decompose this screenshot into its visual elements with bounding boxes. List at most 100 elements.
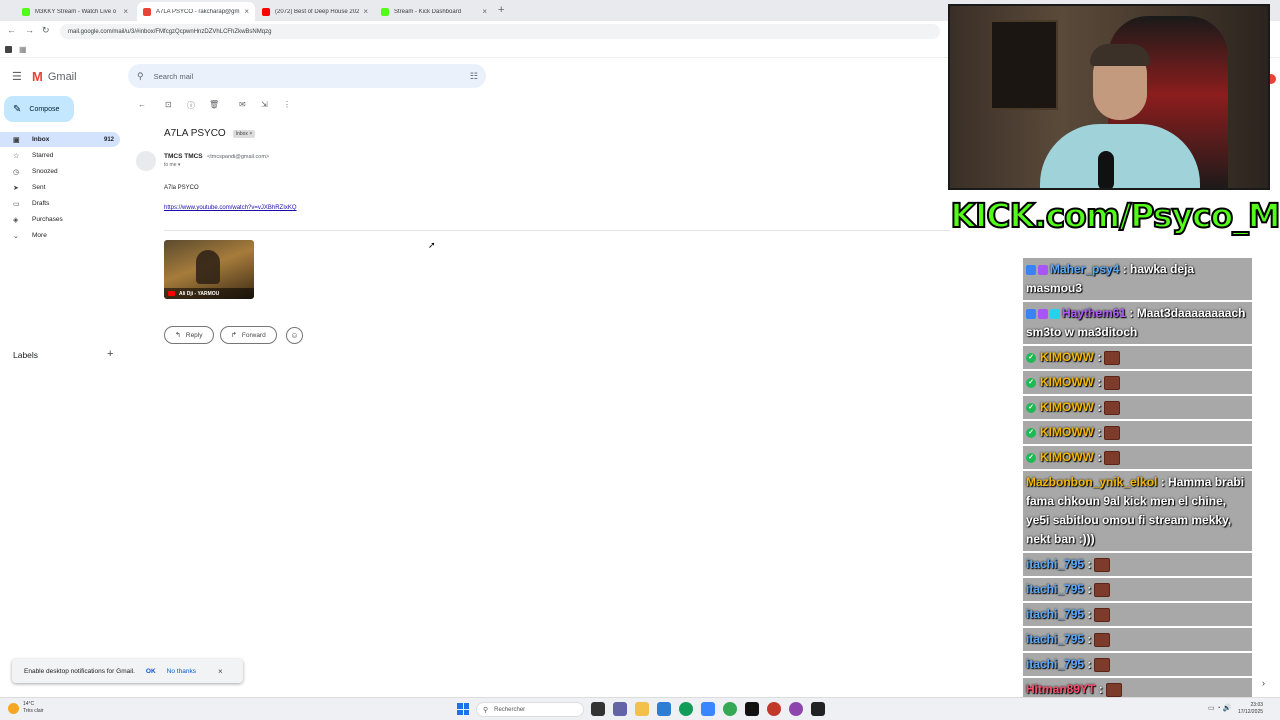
inbox-label-chip[interactable]: Inbox ×: [232, 129, 256, 138]
compose-button[interactable]: ✎ Compose: [4, 96, 74, 122]
menu-icon[interactable]: ☰: [12, 70, 22, 83]
sidebar-item-more[interactable]: ⌄ More: [0, 228, 120, 243]
tab-close-icon[interactable]: ×: [363, 7, 368, 16]
youtube-link[interactable]: https://www.youtube.com/watch?v=vJXBhRZI…: [164, 205, 297, 211]
sidebar-item-label: Inbox: [32, 136, 50, 143]
tab-close-icon[interactable]: ×: [482, 7, 487, 16]
sidebar-item-purchases[interactable]: ◈ Purchases: [0, 212, 120, 227]
sidebar-item-snoozed[interactable]: ◷ Snoozed: [0, 164, 120, 179]
chat-message: ✓ KIMOWW :: [1023, 371, 1252, 394]
chat-username: itachi_795: [1026, 657, 1085, 671]
chat-text: :: [1087, 557, 1092, 571]
gmail-header: ☰ M Gmail ⚲ Search mail ☷: [0, 60, 950, 92]
toast-no-thanks-button[interactable]: No thanks: [167, 668, 196, 675]
sender-avatar: [136, 151, 156, 171]
edge-icon[interactable]: [679, 702, 693, 716]
sidebar-item-starred[interactable]: ☆ Starred: [0, 148, 120, 163]
email-view: ← ⊡ ⓘ 🗑 ✉ ⇲ ⋮ A7LA PSYCO Inbox × TMCS TM…: [128, 92, 950, 690]
chat-username: Maher_psy4: [1050, 262, 1120, 276]
pencil-icon: ✎: [13, 103, 22, 115]
chat-emote-icon: [1094, 607, 1111, 622]
sidebar-item-sent[interactable]: ➤ Sent: [0, 180, 120, 195]
search-bar[interactable]: ⚲ Search mail ☷: [128, 64, 486, 88]
video-thumbnail[interactable]: Ali Dji - YARMOU: [164, 240, 254, 299]
microphone: [1098, 151, 1114, 188]
notification-toast: Enable desktop notifications for Gmail. …: [12, 659, 243, 683]
weather-widget[interactable]: 14°C Très clair: [8, 701, 43, 715]
kick-favicon-icon: [22, 7, 30, 16]
emoji-reaction-button[interactable]: ☺: [286, 327, 303, 344]
gmail-logo[interactable]: M Gmail: [32, 69, 77, 84]
new-tab-button[interactable]: +: [498, 4, 504, 16]
add-label-icon[interactable]: +: [107, 348, 113, 360]
back-icon[interactable]: ←: [138, 100, 146, 109]
sidebar-item-drafts[interactable]: ▭ Drafts: [0, 196, 120, 211]
sender-email: <tmcspandi@gmail.com>: [207, 154, 270, 160]
divider: [164, 230, 950, 231]
reload-icon[interactable]: ↻: [42, 25, 50, 36]
windows-start-icon[interactable]: [457, 703, 469, 715]
chat-username: KIMOWW: [1040, 425, 1094, 439]
browser-tab-active[interactable]: A7LA PSYCO - rakcharap@gm ×: [137, 2, 255, 21]
chat-text: :: [1087, 632, 1092, 646]
browser-tab[interactable]: (2072) Best of Deep House 202 ×: [256, 2, 374, 21]
more-options-icon[interactable]: ⋮: [283, 100, 291, 109]
chat-username: Hitman89YT: [1026, 682, 1096, 696]
app-icon[interactable]: [789, 702, 803, 716]
task-view-icon[interactable]: [591, 702, 605, 716]
app-icon[interactable]: [745, 702, 759, 716]
chat-emote-icon: [1094, 657, 1111, 672]
toast-message: Enable desktop notifications for Gmail.: [24, 667, 135, 675]
forward-arrow-icon[interactable]: →: [25, 25, 34, 35]
weather-desc: Très clair: [23, 708, 44, 714]
forward-button[interactable]: ↱ Forward: [220, 326, 277, 344]
chat-message: ✓ KIMOWW :: [1023, 346, 1252, 369]
toast-ok-button[interactable]: OK: [146, 668, 156, 675]
report-spam-icon[interactable]: ⓘ: [187, 100, 195, 111]
app-icon[interactable]: [701, 702, 715, 716]
delete-icon[interactable]: 🗑: [209, 100, 219, 109]
teams-icon[interactable]: [613, 702, 627, 716]
move-to-icon[interactable]: ⇲: [261, 100, 268, 109]
app-icon[interactable]: [811, 702, 825, 716]
sender-name: TMCS TMCS: [164, 153, 203, 160]
chat-message: Mazbonbon_ynik_elkol : Hamma brabi fama …: [1023, 471, 1252, 551]
tab-title: A7LA PSYCO - rakcharap@gm: [156, 8, 240, 15]
search-icon: ⚲: [483, 706, 489, 714]
tab-close-icon[interactable]: ×: [123, 7, 128, 16]
chat-message: ✓ KIMOWW :: [1023, 446, 1252, 469]
search-input[interactable]: Search mail: [154, 72, 470, 81]
system-tray-icons[interactable]: ▭ ◔ 🔊: [1208, 704, 1231, 712]
browser-tab[interactable]: Stream - Kick Dashboard ×: [375, 2, 493, 21]
sidebar-item-label: Starred: [32, 152, 54, 159]
sidebar-item-label: Drafts: [32, 200, 50, 207]
recipient-details[interactable]: to me ▾: [164, 162, 180, 168]
kick-banner: KICK.com/Psyco_M: [949, 192, 1280, 238]
chat-text: :: [1098, 682, 1103, 696]
apps-icon[interactable]: [5, 46, 12, 53]
back-arrow-icon[interactable]: ←: [7, 25, 16, 35]
search-icon[interactable]: ⚲: [137, 71, 144, 82]
reply-button[interactable]: ↰ Reply: [164, 326, 214, 344]
toast-close-icon[interactable]: ×: [218, 667, 223, 676]
email-subject: A7LA PSYCO Inbox ×: [164, 128, 256, 139]
search-options-icon[interactable]: ☷: [470, 71, 478, 82]
grid-icon[interactable]: ▦: [19, 45, 27, 54]
mark-unread-icon[interactable]: ✉: [239, 100, 246, 109]
sidebar-item-inbox[interactable]: ▣ Inbox 912: [0, 132, 120, 147]
clock-date: 17/12/2025: [1238, 709, 1264, 715]
clock[interactable]: 23:03 17/12/2025: [1238, 702, 1263, 716]
store-icon[interactable]: [657, 702, 671, 716]
file-explorer-icon[interactable]: [635, 702, 649, 716]
chevron-right-icon[interactable]: ›: [1262, 678, 1265, 688]
chrome-icon[interactable]: [723, 702, 737, 716]
archive-icon[interactable]: ⊡: [165, 100, 172, 109]
tab-close-icon[interactable]: ×: [244, 7, 249, 16]
app-icon[interactable]: [767, 702, 781, 716]
browser-tab[interactable]: M3KKY Stream - Watch Live o ×: [16, 2, 134, 21]
url-bar[interactable]: mail.google.com/mail/u/3/#inbox/FMfcgzQc…: [60, 24, 940, 39]
chat-message: Haythem61 : Maat3daaaaaaaach sm3to w ma3…: [1023, 302, 1252, 344]
chat-text: :: [1097, 425, 1102, 439]
taskbar-search[interactable]: ⚲ Rechercher: [476, 702, 584, 717]
chat-message: itachi_795 :: [1023, 603, 1252, 626]
